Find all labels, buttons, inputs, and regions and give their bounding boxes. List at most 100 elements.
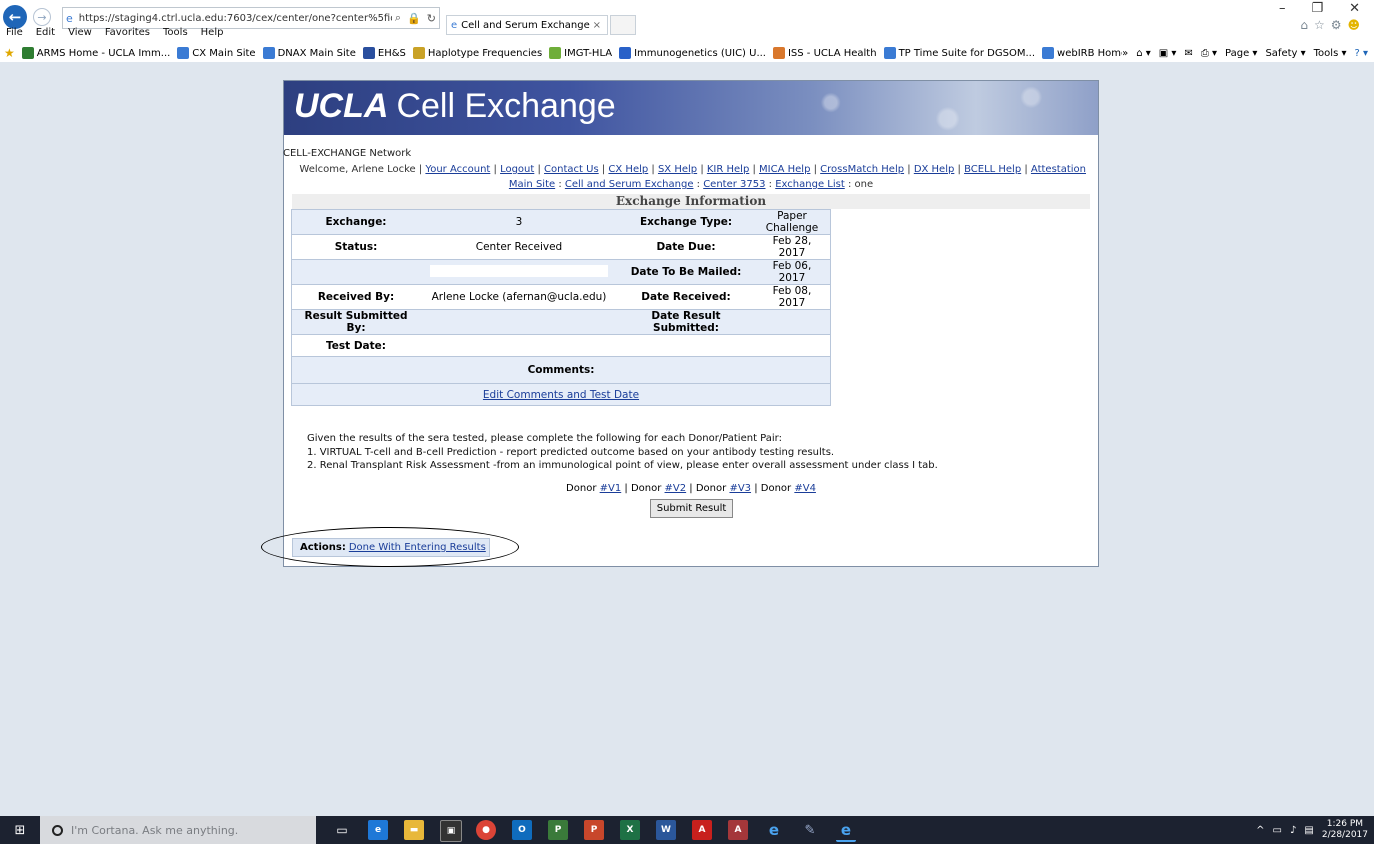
acrobat-icon[interactable]: A <box>692 820 712 840</box>
help-icon[interactable]: ? ▾ <box>1354 48 1368 59</box>
favorite-label: Immunogenetics (UIC) U... <box>634 47 766 59</box>
donor-link[interactable]: #V4 <box>794 483 816 494</box>
chevron-more-icon[interactable]: » <box>1122 48 1128 59</box>
nav-link-kir-help[interactable]: KIR Help <box>707 164 749 175</box>
table-row: Test Date: <box>291 334 831 357</box>
internet-explorer-icon[interactable]: e <box>764 820 784 840</box>
outlook-icon[interactable]: O <box>512 820 532 840</box>
refresh-icon[interactable]: ↻ <box>424 12 439 25</box>
nav-link-contact-us[interactable]: Contact Us <box>544 164 599 175</box>
notifications-icon[interactable]: ▤ <box>1304 825 1313 836</box>
browser-tab[interactable]: e Cell and Serum Exchange × <box>446 15 608 35</box>
edge-icon[interactable]: e <box>368 820 388 840</box>
favorite-link[interactable]: ARMS Home - UCLA Imm... <box>19 47 175 59</box>
url-text[interactable]: https://staging4.ctrl.ucla.edu:7603/cex/… <box>76 13 392 24</box>
menu-item-file[interactable]: File <box>6 27 23 38</box>
donor-link[interactable]: #V3 <box>729 483 751 494</box>
search-icon[interactable]: ⌕ <box>392 11 404 25</box>
favorite-link[interactable]: Haplotype Frequencies <box>410 47 546 59</box>
nav-link-mica-help[interactable]: MICA Help <box>759 164 810 175</box>
breadcrumb-item[interactable]: Main Site <box>509 179 555 190</box>
favorite-link[interactable]: TP Time Suite for DGSOM... <box>881 47 1039 59</box>
favorite-label: Haplotype Frequencies <box>427 47 543 59</box>
favorites-star-icon[interactable]: ★ <box>0 46 19 60</box>
breadcrumb-item[interactable]: Cell and Serum Exchange <box>565 179 694 190</box>
tab-close-icon[interactable]: × <box>593 20 607 31</box>
breadcrumb-item[interactable]: Center 3753 <box>703 179 765 190</box>
word-icon[interactable]: W <box>656 820 676 840</box>
submit-result-button[interactable]: Submit Result <box>650 499 733 518</box>
nav-link-crossmatch-help[interactable]: CrossMatch Help <box>820 164 904 175</box>
smiley-icon[interactable]: ☻ <box>1347 18 1360 32</box>
favorite-link[interactable]: EH&S <box>360 47 410 59</box>
lock-icon[interactable]: 🔒 <box>404 12 424 25</box>
volume-icon[interactable]: ♪ <box>1290 825 1296 836</box>
minimize-icon[interactable]: – <box>1279 1 1286 16</box>
task-view-icon[interactable]: ▭ <box>332 820 352 840</box>
clock[interactable]: 1:26 PM 2/28/2017 <box>1322 819 1368 841</box>
menu-item-view[interactable]: View <box>68 27 92 38</box>
favorite-link[interactable]: DNAX Main Site <box>260 47 360 59</box>
comments-label: Comments: <box>291 356 831 384</box>
favorite-link[interactable]: CX Main Site <box>174 47 259 59</box>
favorite-link[interactable]: IMGT-HLA <box>546 47 616 59</box>
menu-item-edit[interactable]: Edit <box>36 27 55 38</box>
nav-link-bcell-help[interactable]: BCELL Help <box>964 164 1021 175</box>
address-bar[interactable]: e https://staging4.ctrl.ucla.edu:7603/ce… <box>62 7 440 29</box>
windows-start-icon[interactable]: ⊞ <box>0 816 40 844</box>
cortana-search-box[interactable]: I'm Cortana. Ask me anything. <box>40 816 316 844</box>
menu-item-help[interactable]: Help <box>201 27 224 38</box>
ie-page-icon <box>1042 47 1055 59</box>
gear-icon[interactable]: ⚙ <box>1331 18 1342 32</box>
close-icon[interactable]: ✕ <box>1349 1 1360 16</box>
nav-link-your-account[interactable]: Your Account <box>425 164 490 175</box>
powerpoint-icon[interactable]: P <box>584 820 604 840</box>
home-icon[interactable]: ⌂ ▾ <box>1136 48 1151 59</box>
menu-item-tools[interactable]: Tools <box>163 27 188 38</box>
nav-link-dx-help[interactable]: DX Help <box>914 164 955 175</box>
instruction-line: Given the results of the sera tested, pl… <box>307 433 782 444</box>
new-tab-button[interactable] <box>610 15 636 35</box>
favorite-link[interactable]: webIRB Home <box>1039 47 1131 59</box>
favorite-link[interactable]: Immunogenetics (UIC) U... <box>616 47 770 59</box>
received-by-label: Received By: <box>291 284 420 310</box>
date-due-value: Feb 28, 2017 <box>754 234 831 260</box>
command-bar: » ⌂ ▾ ▣ ▾ ✉ ⎙ ▾ Page ▾ Safety ▾ Tools ▾ … <box>1122 44 1368 62</box>
paint-icon[interactable]: ✎ <box>800 820 820 840</box>
feeds-icon[interactable]: ▣ ▾ <box>1159 48 1177 59</box>
back-button[interactable]: ← <box>3 5 27 29</box>
chrome-icon[interactable]: ● <box>476 820 496 840</box>
donor-link[interactable]: #V1 <box>600 483 622 494</box>
restore-icon[interactable]: ❐ <box>1311 1 1323 16</box>
file-explorer-icon[interactable]: ▬ <box>404 820 424 840</box>
favorite-label: CX Main Site <box>192 47 256 59</box>
print-icon[interactable]: ⎙ ▾ <box>1201 48 1217 59</box>
table-row: Result Submitted By: Date Result Submitt… <box>291 309 831 335</box>
nav-link-logout[interactable]: Logout <box>500 164 534 175</box>
cmd-safety[interactable]: Safety ▾ <box>1265 48 1305 59</box>
access-icon[interactable]: A <box>728 820 748 840</box>
window-controls: – ❐ ✕ <box>1279 1 1360 16</box>
cmd-tools[interactable]: Tools ▾ <box>1314 48 1347 59</box>
edit-comments-link[interactable]: Edit Comments and Test Date <box>483 389 639 401</box>
forward-button[interactable]: → <box>33 8 51 26</box>
nav-link-sx-help[interactable]: SX Help <box>658 164 697 175</box>
excel-icon[interactable]: X <box>620 820 640 840</box>
favorite-link[interactable]: ISS - UCLA Health <box>770 47 881 59</box>
chevron-up-icon[interactable]: ^ <box>1256 825 1264 836</box>
donor-link[interactable]: #V2 <box>665 483 687 494</box>
internet-explorer-active-icon[interactable]: e <box>836 820 856 842</box>
favorite-label: DNAX Main Site <box>277 47 356 59</box>
nav-link-cx-help[interactable]: CX Help <box>608 164 648 175</box>
nav-link-attestation[interactable]: Attestation <box>1031 164 1086 175</box>
network-icon[interactable]: ▭ <box>1273 825 1282 836</box>
mail-icon[interactable]: ✉ <box>1184 48 1192 59</box>
cmd-page[interactable]: Page ▾ <box>1225 48 1257 59</box>
store-icon[interactable]: ▣ <box>440 820 462 842</box>
breadcrumb-item[interactable]: Exchange List <box>775 179 845 190</box>
favorites-star-icon[interactable]: ☆ <box>1314 18 1325 32</box>
uic-icon <box>619 47 632 59</box>
menu-item-favorites[interactable]: Favorites <box>105 27 150 38</box>
home-icon[interactable]: ⌂ <box>1300 18 1308 32</box>
project-icon[interactable]: P <box>548 820 568 840</box>
